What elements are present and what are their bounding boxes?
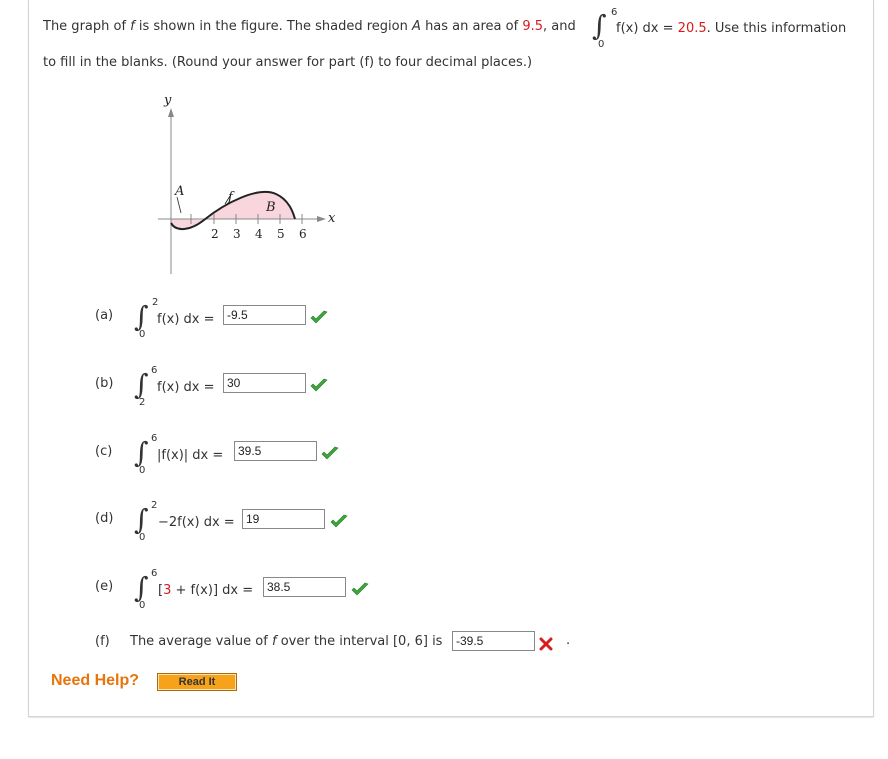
integral-lower-limit: 0: [139, 532, 146, 543]
region-b-label: B: [265, 200, 276, 215]
intro-text: . Use this information: [706, 21, 847, 36]
check-icon: [330, 514, 348, 528]
x-axis-arrow: [317, 216, 326, 222]
part-f-text: The average value of f over the interval…: [130, 634, 442, 649]
part-e-answer-input[interactable]: 38.5: [263, 577, 346, 597]
part-e-label: (e): [95, 579, 114, 594]
incorrect-x-icon: [539, 637, 553, 651]
y-axis-arrow: [168, 108, 174, 117]
check-icon: [310, 378, 328, 392]
region-a-label: A: [174, 184, 184, 199]
integral-upper-limit: 2: [152, 297, 159, 308]
part-b-answer-input[interactable]: 30: [223, 373, 306, 393]
integral-upper-limit: 6: [151, 433, 158, 444]
integral-sign: ∫: [134, 436, 149, 469]
intro-text: is shown in the figure. The shaded regio…: [138, 19, 408, 34]
y-axis-label: y: [163, 93, 172, 108]
integral-sign: ∫: [134, 300, 149, 333]
area-value: 9.5: [522, 19, 543, 34]
region-name: A: [412, 19, 421, 34]
function-name: f: [130, 19, 135, 34]
part-b-expression: f(x) dx =: [157, 380, 215, 395]
tick-label: 5: [277, 227, 285, 241]
integral-sign: ∫: [592, 9, 607, 42]
part-c-expression: |f(x)| dx =: [157, 448, 224, 463]
part-b-label: (b): [95, 376, 114, 391]
read-it-button[interactable]: Read It: [157, 673, 237, 691]
integral-lower-limit: 2: [139, 397, 146, 408]
part-f-text-2: over the interval [0, 6] is: [280, 634, 443, 649]
part-c-answer-input[interactable]: 39.5: [234, 441, 317, 461]
integral-upper-limit: 6: [151, 568, 158, 579]
intro-text: The graph of: [43, 19, 127, 34]
integral-upper-limit: 6: [611, 7, 618, 18]
check-icon: [321, 446, 339, 460]
integral-value: 20.5: [677, 21, 707, 36]
integral-lower-limit: 0: [598, 39, 605, 50]
part-d-answer-input[interactable]: 19: [242, 509, 325, 529]
integral-expr-text: f(x) dx =: [616, 21, 674, 36]
region-a-pointer: [176, 196, 182, 214]
question-text-line2: to fill in the blanks. (Round your answe…: [43, 55, 533, 70]
integral-lower-limit: 0: [139, 600, 146, 611]
question-text-line1: The graph of f is shown in the figure. T…: [43, 19, 576, 34]
integral-sign: ∫: [134, 571, 149, 604]
tick-label: 3: [233, 227, 241, 241]
part-e-expr-rest: f(x)] dx =: [190, 583, 254, 598]
part-f-answer-input[interactable]: -39.5: [452, 631, 535, 651]
part-d-expression: −2f(x) dx =: [158, 515, 235, 530]
integral-sign: ∫: [134, 368, 149, 401]
intro-text: has an area of: [425, 19, 519, 34]
function-name: f: [271, 634, 277, 649]
integral-lower-limit: 0: [139, 465, 146, 476]
part-f-period: .: [566, 633, 571, 648]
integral-upper-limit: 6: [151, 365, 158, 376]
part-f-label: (f): [95, 634, 110, 649]
part-c-label: (c): [95, 444, 113, 459]
integral-upper-limit: 2: [151, 500, 158, 511]
part-a-expression: f(x) dx =: [157, 312, 215, 327]
tick-label: 4: [255, 227, 263, 241]
function-graph: y x A f B 2 3 4 5 6: [158, 93, 336, 274]
part-d-label: (d): [95, 511, 114, 526]
check-icon: [310, 310, 328, 324]
part-e-expression: [3 + f(x)] dx =: [158, 583, 254, 598]
x-axis-label: x: [328, 211, 336, 226]
tick-label: 2: [211, 227, 219, 241]
part-f-text-1: The average value of: [130, 634, 268, 649]
intro-text: , and: [543, 19, 576, 34]
integral-sign: ∫: [134, 503, 149, 536]
part-a-answer-input[interactable]: -9.5: [223, 305, 306, 325]
check-icon: [351, 582, 369, 596]
integral-lower-limit: 0: [139, 329, 146, 340]
integral-expression: f(x) dx = 20.5. Use this information: [616, 21, 846, 36]
part-a-label: (a): [95, 308, 114, 323]
need-help-label: Need Help?: [51, 672, 140, 689]
tick-label: 6: [299, 227, 307, 241]
